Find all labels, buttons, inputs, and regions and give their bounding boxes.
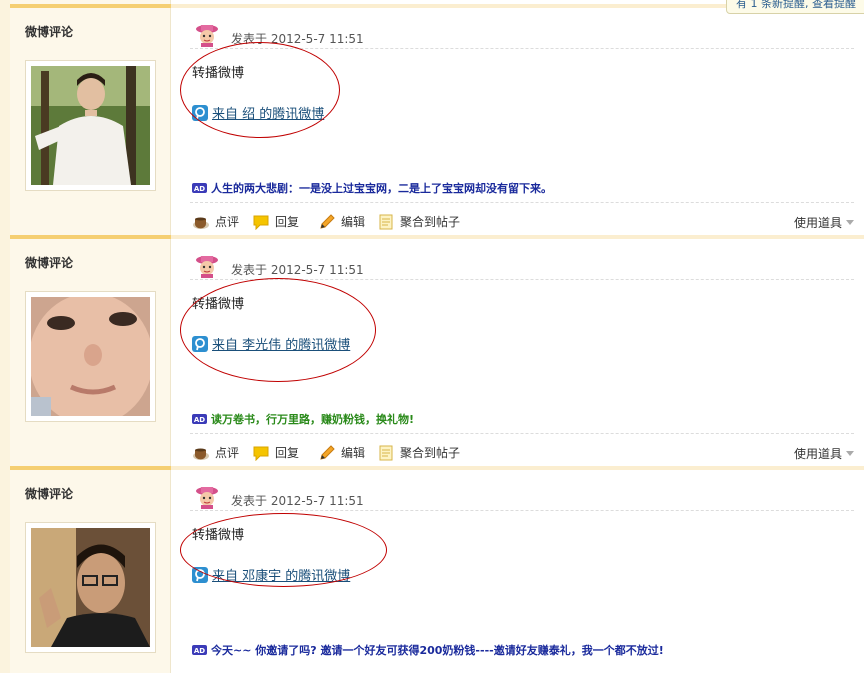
post-divider: [10, 4, 171, 8]
svg-text:AD: AD: [194, 647, 205, 655]
avatar-photo: [31, 66, 150, 185]
tools-label: 使用道具: [793, 216, 842, 230]
online-status-icon: [196, 487, 218, 509]
post-3: 微博评论 发表于 2012-5-7 11:51 转播微博 来自 邓康宇 的腾讯微…: [0, 466, 864, 673]
ad-line[interactable]: AD 人生的两大悲剧：一是没上过宝宝网，二是上了宝宝网却没有留下来。: [192, 180, 552, 196]
ad-badge-icon: AD: [192, 645, 207, 655]
red-annotation-circle: [180, 42, 340, 138]
reply-button[interactable]: 回复: [252, 444, 299, 461]
aggregate-button[interactable]: 聚合到帖子: [377, 444, 460, 461]
chevron-down-icon: [846, 451, 854, 456]
chevron-down-icon: [846, 220, 854, 225]
aggregate-label: 聚合到帖子: [400, 215, 461, 229]
ad-text[interactable]: 人生的两大悲剧：一是没上过宝宝网，二是上了宝宝网却没有留下来。: [211, 180, 552, 196]
post-divider: [171, 235, 864, 239]
post-time: 发表于 2012-5-7 11:51: [231, 263, 364, 277]
comment-button[interactable]: 点评: [192, 444, 239, 461]
ad-text[interactable]: 今天~~ 你邀请了吗? 邀请一个好友可获得200奶粉钱----邀请好友赚泰礼，我…: [211, 642, 664, 658]
ad-line[interactable]: AD 今天~~ 你邀请了吗? 邀请一个好友可获得200奶粉钱----邀请好友赚泰…: [192, 642, 664, 658]
post-divider: [171, 466, 864, 470]
post-2: 微博评论 发表于 2012-5-7 11:51 转播微博 来自 李光伟 的腾讯微…: [0, 235, 864, 466]
aggregate-label: 聚合到帖子: [400, 446, 461, 460]
post-actions: 点评 回复 编辑 聚合到帖子 使用道具: [190, 202, 854, 236]
ad-badge-icon: AD: [192, 414, 207, 424]
document-icon: [379, 445, 393, 460]
post-divider: [10, 466, 171, 470]
avatar-photo: [31, 528, 150, 647]
aggregate-button[interactable]: 聚合到帖子: [377, 213, 460, 230]
post-time: 发表于 2012-5-7 11:51: [231, 494, 364, 508]
coffee-cup-icon: [193, 217, 209, 229]
ad-text[interactable]: 读万卷书，行万里路，赚奶粉钱，换礼物!: [211, 411, 414, 427]
red-annotation-circle: [180, 278, 376, 382]
notification-tab[interactable]: 有 1 条新提醒, 查看提醒: [726, 0, 864, 14]
red-annotation-circle: [180, 513, 387, 587]
svg-text:AD: AD: [194, 416, 205, 424]
ad-line[interactable]: AD 读万卷书，行万里路，赚奶粉钱，换礼物!: [192, 411, 414, 427]
post-header: 发表于 2012-5-7 11:51: [190, 481, 854, 511]
post-divider: [10, 235, 171, 239]
comment-label: 点评: [215, 215, 240, 229]
notification-text[interactable]: 有 1 条新提醒, 查看提醒: [736, 0, 856, 10]
reply-label: 回复: [275, 446, 300, 460]
pencil-icon: [320, 444, 335, 460]
author-name[interactable]: 微博评论: [25, 254, 73, 271]
use-tools-dropdown[interactable]: 使用道具: [794, 445, 854, 462]
post-1: 微博评论 发表于 2012-5-7 11:51 转播微博 来自 绍 的腾讯微博 …: [0, 4, 864, 235]
speech-bubble-icon: [253, 215, 269, 230]
avatar[interactable]: [25, 291, 156, 422]
svg-text:AD: AD: [194, 185, 205, 193]
speech-bubble-icon: [253, 446, 269, 461]
edit-button[interactable]: 编辑: [318, 444, 365, 461]
edit-label: 编辑: [341, 446, 366, 460]
tools-label: 使用道具: [793, 447, 842, 461]
post-actions: 点评 回复 编辑 聚合到帖子 使用道具: [190, 433, 854, 467]
document-icon: [379, 214, 393, 229]
edit-label: 编辑: [341, 215, 366, 229]
reply-label: 回复: [275, 215, 300, 229]
avatar-photo: [31, 297, 150, 416]
reply-button[interactable]: 回复: [252, 213, 299, 230]
use-tools-dropdown[interactable]: 使用道具: [794, 214, 854, 231]
ad-badge-icon: AD: [192, 183, 207, 193]
online-status-icon: [196, 25, 218, 47]
author-name[interactable]: 微博评论: [25, 23, 73, 40]
avatar[interactable]: [25, 522, 156, 653]
online-status-icon: [196, 256, 218, 278]
author-name[interactable]: 微博评论: [25, 485, 73, 502]
comment-label: 点评: [215, 446, 240, 460]
pencil-icon: [320, 213, 335, 229]
coffee-cup-icon: [193, 448, 209, 460]
post-header: 发表于 2012-5-7 11:51: [190, 250, 854, 280]
edit-button[interactable]: 编辑: [318, 213, 365, 230]
avatar[interactable]: [25, 60, 156, 191]
comment-button[interactable]: 点评: [192, 213, 239, 230]
